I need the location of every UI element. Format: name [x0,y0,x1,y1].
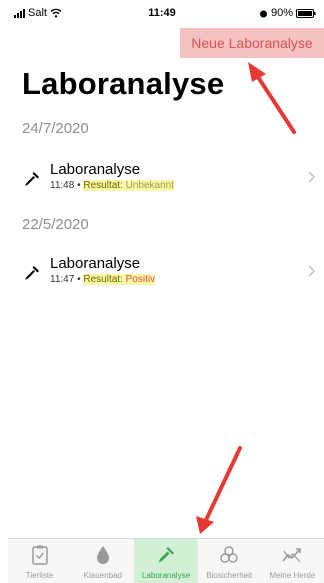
pipette-icon [158,547,174,563]
tab-label: Meine Herde [269,571,316,580]
new-lab-analysis-button[interactable]: Neue Laboranalyse [180,28,324,58]
lab-analysis-list-item[interactable]: Laboranalyse 11:47 • Resultat: Positiv [0,250,324,296]
section-date-header: 22/5/2020 [22,216,89,233]
section-date-header: 24/7/2020 [22,120,89,137]
lab-analysis-list-item[interactable]: Laboranalyse 11:48 • Resultat: Unbekannt [0,156,324,202]
separator-dot: • [77,274,81,285]
tab-klauenbad[interactable]: Klauenbad [71,539,134,583]
tab-label: Tierliste [25,571,54,580]
list-item-title: Laboranalyse [50,255,141,272]
tab-laboranalyse[interactable]: Laboranalyse [134,539,198,583]
battery-percent: 90% [270,7,293,19]
clipboard-check-icon [31,545,48,565]
list-item-time: 11:47 [50,274,75,285]
herd-chart-icon [282,548,302,563]
result-value: Unbekannt [125,180,174,191]
list-item-subtitle: 11:48 • Resultat: Unbekannt [50,180,174,191]
chevron-right-icon [308,171,316,183]
result-label: Resultat: [83,180,123,191]
water-drop-icon [96,546,109,564]
pipette-icon [25,266,39,280]
tab-meine-herde[interactable]: Meine Herde [261,539,324,583]
pipette-icon [25,172,39,186]
alarm-icon [259,10,267,17]
tab-label: Laboranalyse [141,571,191,580]
chevron-right-icon [308,265,316,277]
result-badge: Resultat: Unbekannt [83,180,174,191]
battery-icon [296,8,316,18]
result-label: Resultat: [83,274,123,285]
list-item-title: Laboranalyse [50,161,141,178]
arrow-to-lab-tab [196,446,242,534]
list-item-time: 11:48 [50,180,75,191]
list-item-subtitle: 11:47 • Resultat: Positiv [50,274,156,285]
arrow-to-new-button [248,62,296,134]
biohazard-icon [220,546,238,563]
tab-biosicherheit[interactable]: Biosicherheit [198,539,261,583]
page-title: Laboranalyse [22,66,225,101]
tab-label: Biosicherheit [206,571,253,580]
result-value: Positiv [125,274,156,285]
tab-label: Klauenbad [83,571,122,580]
result-badge: Resultat: Positiv [83,274,156,285]
tab-bar: Tierliste Klauenbad Laboranalyse Biosich… [8,538,324,583]
status-bar: Salt 11:49 90% [0,0,324,26]
tab-tierliste[interactable]: Tierliste [8,539,71,583]
separator-dot: • [77,180,81,191]
